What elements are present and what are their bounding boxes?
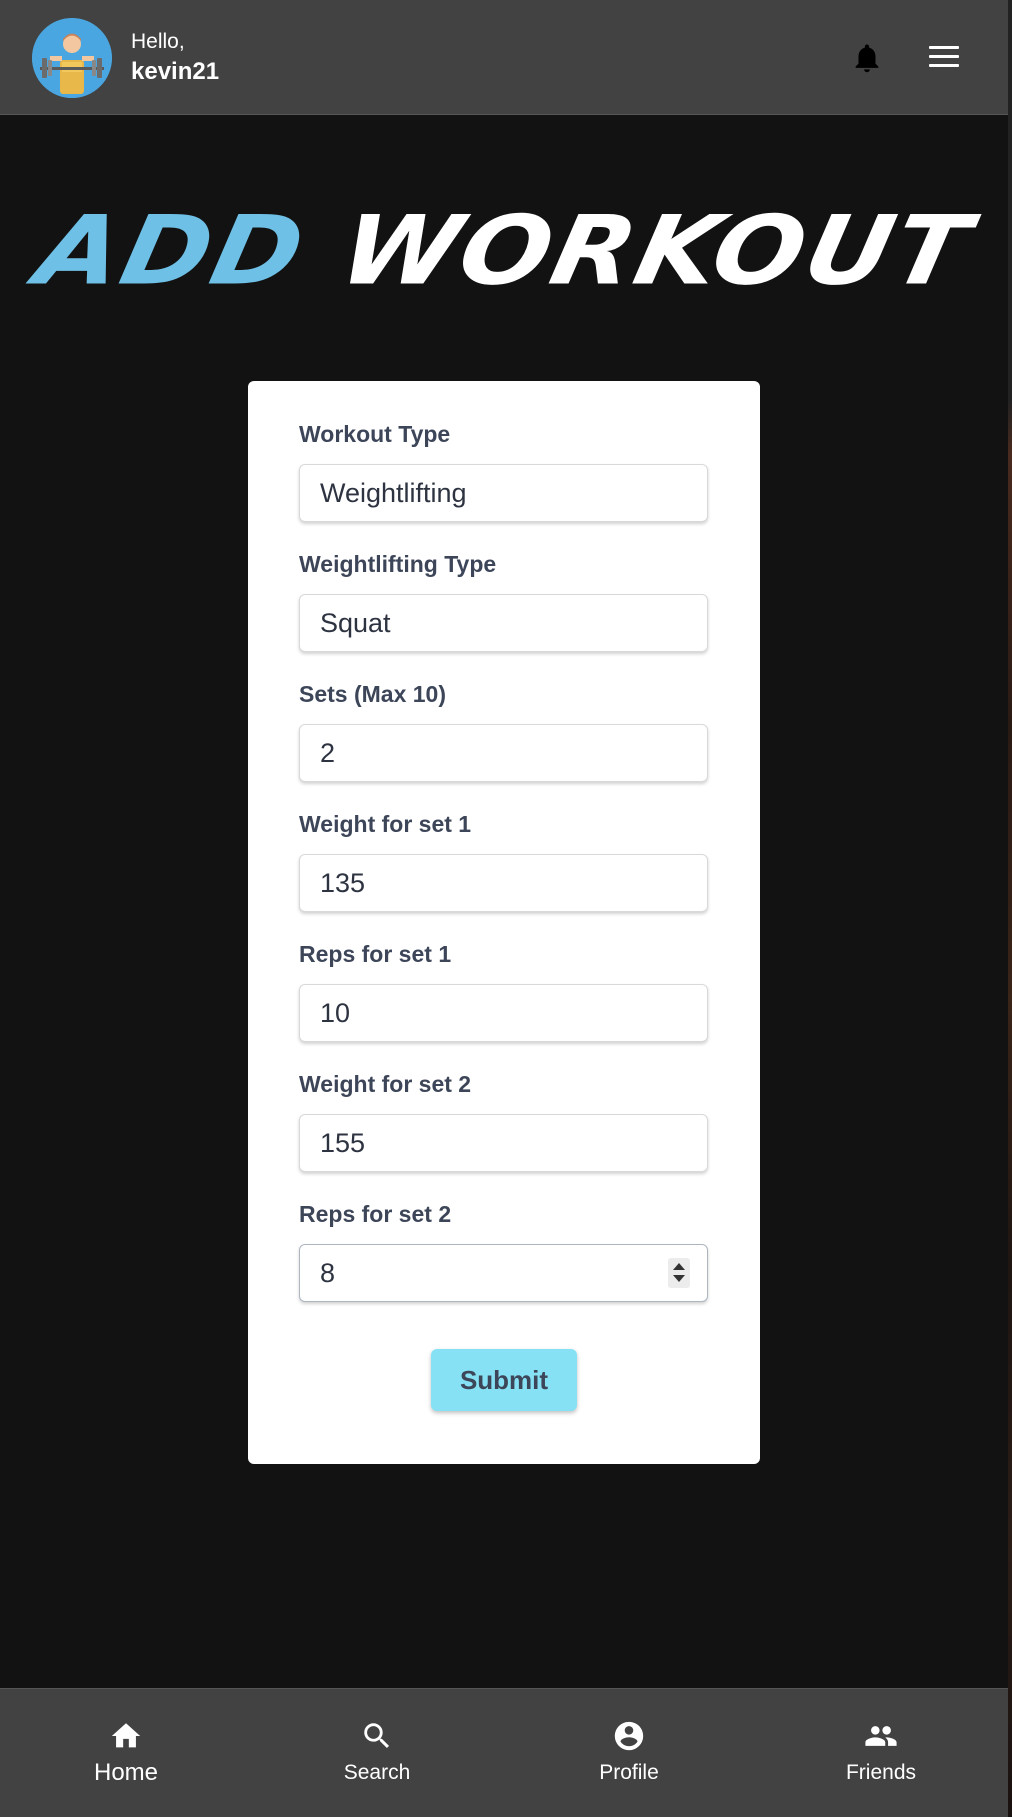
greeting-text: Hello, (131, 30, 185, 53)
weight-set-1-label: Weight for set 1 (299, 811, 472, 837)
nav-item-profile[interactable]: Profile (549, 1689, 709, 1817)
workout-type-label: Workout Type (299, 421, 451, 447)
top-bar: Hello, kevin21 (0, 0, 1008, 115)
workout-type-field[interactable] (299, 464, 708, 522)
username-text: kevin21 (131, 58, 220, 85)
page-title-word-workout: WORKOUT (330, 195, 981, 306)
nav-item-home[interactable]: Home (46, 1689, 206, 1817)
submit-button[interactable]: Submit (431, 1349, 577, 1411)
nav-item-friends[interactable]: Friends (801, 1689, 961, 1817)
stepper-up-icon[interactable] (673, 1263, 685, 1270)
app: Hello, kevin21 ADD WORKOUT Workout Type … (0, 0, 1008, 1817)
account-circle-icon (614, 1721, 644, 1751)
reps-set-1-label: Reps for set 1 (299, 941, 452, 967)
people-icon (865, 1726, 897, 1746)
weightlifting-type-field[interactable] (299, 594, 708, 652)
nav-label-profile: Profile (599, 1761, 659, 1784)
weight-set-2-label: Weight for set 2 (299, 1071, 472, 1097)
weightlifting-type-label: Weightlifting Type (299, 551, 497, 577)
nav-item-search[interactable]: Search (297, 1689, 457, 1817)
avatar[interactable] (32, 18, 112, 98)
weight-set-1-field[interactable] (299, 854, 708, 912)
background-edge (1008, 0, 1012, 1816)
weightlifter-avatar-icon (32, 18, 112, 98)
page-title: ADD WORKOUT (0, 195, 1012, 306)
nav-label-friends: Friends (845, 1761, 917, 1784)
reps-set-2-field[interactable] (299, 1244, 708, 1302)
reps-set-2-wrapper (299, 1244, 708, 1302)
sets-field[interactable] (299, 724, 708, 782)
add-workout-form: Workout Type Weightlifting Type Sets (Ma… (248, 381, 760, 1464)
bottom-navigation: Home Search Profile Friends (0, 1688, 1008, 1817)
stepper-down-icon[interactable] (673, 1275, 685, 1282)
sets-label: Sets (Max 10) (299, 681, 447, 707)
page-title-word-add: ADD (27, 195, 316, 306)
home-icon (111, 1723, 141, 1748)
reps-set-2-label: Reps for set 2 (299, 1201, 452, 1227)
search-icon (364, 1723, 390, 1749)
notifications-bell-icon[interactable] (850, 40, 884, 76)
nav-label-home: Home (93, 1759, 159, 1786)
weight-set-2-field[interactable] (299, 1114, 708, 1172)
number-stepper[interactable] (668, 1258, 690, 1288)
reps-set-1-field[interactable] (299, 984, 708, 1042)
hamburger-menu-icon[interactable] (926, 42, 962, 72)
nav-label-search: Search (343, 1761, 411, 1784)
